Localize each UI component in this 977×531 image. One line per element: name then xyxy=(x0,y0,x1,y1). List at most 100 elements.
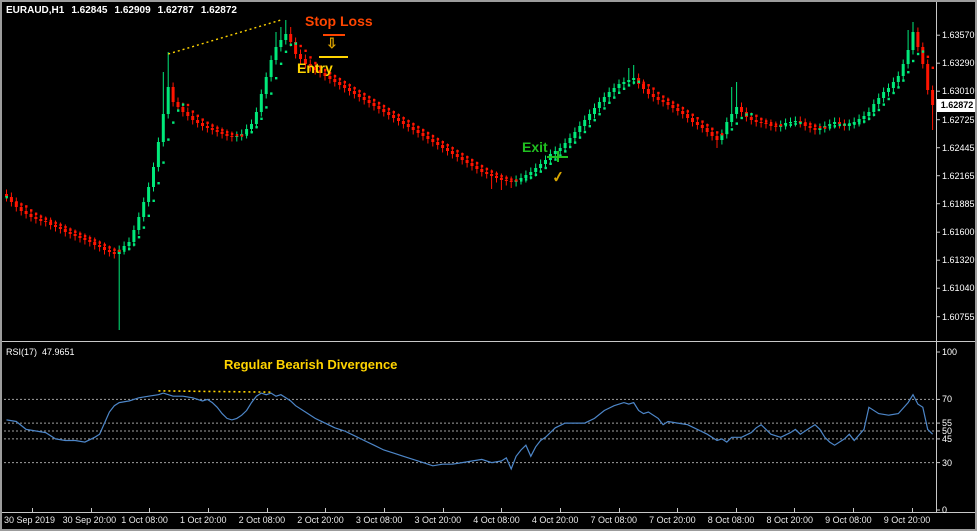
time-tick xyxy=(442,508,444,512)
ma-dot xyxy=(730,128,734,131)
time-tick xyxy=(559,508,561,512)
time-tick xyxy=(207,508,209,512)
quote-high: 1.62909 xyxy=(114,5,151,16)
candle-body xyxy=(656,97,660,100)
ma-dot xyxy=(740,116,743,120)
price-tick-label: 1.62725 xyxy=(942,114,975,125)
ma-dot xyxy=(549,162,552,165)
rsi-divergence-line[interactable] xyxy=(158,390,272,393)
candle-body xyxy=(392,115,396,118)
candle-body xyxy=(171,87,175,102)
candle-body xyxy=(896,76,900,82)
candle-body xyxy=(181,107,185,112)
candle-body xyxy=(446,148,449,151)
ma-dot xyxy=(137,236,141,239)
ma-dot xyxy=(882,103,885,106)
ma-dot xyxy=(544,166,547,170)
time-tick xyxy=(266,508,268,512)
ma-dot xyxy=(524,178,528,181)
ma-dot xyxy=(446,144,449,147)
exit-marker-tick[interactable] xyxy=(557,151,559,162)
ma-dot xyxy=(5,196,8,199)
ma-dot xyxy=(417,126,420,129)
panel-divider[interactable] xyxy=(2,341,975,342)
entry-line[interactable] xyxy=(319,56,348,58)
divergence-label[interactable]: Regular Bearish Divergence xyxy=(224,357,397,372)
candle-body xyxy=(617,84,621,88)
candle-body xyxy=(642,84,645,89)
ma-dot xyxy=(93,239,97,242)
price-tick-label: 1.62165 xyxy=(942,170,975,181)
rsi-tick-label: 0 xyxy=(942,505,948,515)
ma-dot xyxy=(245,133,248,136)
ma-dot xyxy=(848,123,851,126)
candle-body xyxy=(602,97,606,102)
ma-dot xyxy=(284,50,288,53)
candle-body xyxy=(499,178,503,180)
ma-dot xyxy=(774,123,778,126)
quote-close: 1.62872 xyxy=(200,5,237,16)
ma-dot xyxy=(44,217,48,220)
candle-body xyxy=(529,172,533,175)
ma-dot xyxy=(872,113,876,116)
ma-dot xyxy=(652,87,655,90)
ma-dot xyxy=(265,106,268,109)
candle-body xyxy=(524,175,528,178)
ma-dot xyxy=(461,153,464,156)
ma-dot xyxy=(181,103,185,106)
candle-body xyxy=(29,214,33,217)
main-chart-canvas[interactable] xyxy=(2,2,975,343)
rsi-indicator-canvas[interactable] xyxy=(2,344,975,512)
candle-body xyxy=(137,217,141,230)
candle-body xyxy=(382,109,386,112)
entry-label[interactable]: Entry xyxy=(297,60,333,76)
candle-body xyxy=(901,64,905,76)
candle-body xyxy=(406,124,410,127)
exit-label[interactable]: Exit xyxy=(522,139,548,155)
candle-body xyxy=(362,97,366,100)
ma-dot xyxy=(69,228,72,231)
candle-body xyxy=(132,230,136,242)
time-tick xyxy=(32,508,33,512)
down-arrow-icon[interactable]: ⇩ xyxy=(326,35,338,52)
candle-body xyxy=(578,126,582,132)
ma-dot xyxy=(833,125,836,128)
candle-body xyxy=(152,167,155,187)
candle-body xyxy=(436,142,440,145)
candle-body xyxy=(808,126,812,128)
ma-dot xyxy=(711,127,714,130)
time-tick-label: 2 Oct 20:00 xyxy=(297,515,344,525)
candle-body xyxy=(813,128,817,130)
time-tick xyxy=(911,508,913,512)
ma-dot xyxy=(662,95,665,98)
ma-dot xyxy=(147,214,150,217)
exit-check-icon[interactable]: ✓ xyxy=(551,167,566,187)
candle-body xyxy=(700,125,704,128)
candle-body xyxy=(186,112,190,116)
ma-dot xyxy=(583,130,587,134)
stop-loss-label[interactable]: Stop Loss xyxy=(305,13,373,29)
ma-dot xyxy=(897,86,900,89)
ma-dot xyxy=(613,96,616,99)
candle-body xyxy=(764,123,768,124)
candle-body xyxy=(44,221,48,222)
ma-dot xyxy=(716,131,719,134)
ma-dot xyxy=(814,124,817,127)
price-tick-label: 1.62445 xyxy=(942,142,975,153)
price-trendline[interactable] xyxy=(167,19,282,55)
candle-body xyxy=(921,47,925,64)
ma-dot xyxy=(647,84,650,87)
rsi-tick-label: 30 xyxy=(942,457,953,468)
candle-body xyxy=(225,134,229,136)
ma-dot xyxy=(343,81,346,84)
ma-dot xyxy=(867,117,871,120)
ma-dot xyxy=(642,81,645,84)
candle-body xyxy=(671,105,675,108)
ma-dot xyxy=(373,99,376,102)
ma-dot xyxy=(25,205,28,208)
candle-body xyxy=(583,120,587,126)
ma-dot xyxy=(431,135,435,138)
candle-body xyxy=(485,172,489,174)
price-tick-label: 1.63570 xyxy=(942,30,975,41)
candle-body xyxy=(19,207,23,211)
